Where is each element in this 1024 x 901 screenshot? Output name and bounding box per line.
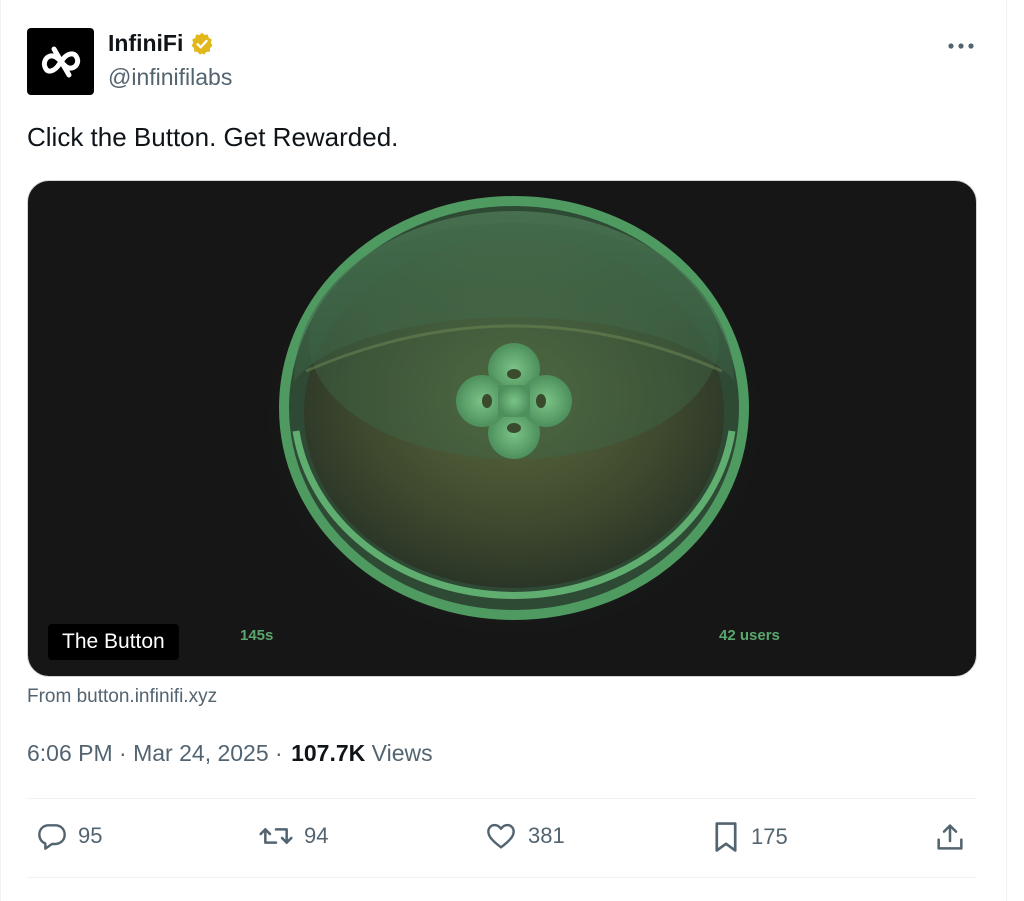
like-count: 381 xyxy=(528,823,565,848)
reply-count: 95 xyxy=(78,823,103,848)
infinifi-logo-icon xyxy=(41,46,80,77)
media-card[interactable]: The Button 145s 42 users xyxy=(27,180,977,677)
author-name[interactable]: InfiniFi xyxy=(108,30,183,57)
share-icon xyxy=(937,824,963,850)
more-horizontal-icon xyxy=(948,43,974,49)
author-handle[interactable]: @infinifilabs xyxy=(108,64,232,91)
repost-count: 94 xyxy=(304,823,329,848)
tweet-date[interactable]: Mar 24, 2025 xyxy=(133,740,269,767)
tweet-text: Click the Button. Get Rewarded. xyxy=(27,122,399,152)
meta-separator-2: · xyxy=(268,740,290,766)
tweet-time[interactable]: 6:06 PM xyxy=(27,740,113,767)
views-count: 107.7K xyxy=(291,740,366,766)
share-button[interactable] xyxy=(934,820,966,854)
author-avatar[interactable] xyxy=(27,28,94,95)
more-options-button[interactable] xyxy=(946,36,976,56)
bookmark-button[interactable]: 175 xyxy=(711,820,788,854)
repost-button[interactable]: 94 xyxy=(258,820,328,852)
author-name-row: InfiniFi xyxy=(108,30,215,57)
meta-separator: · xyxy=(112,740,134,766)
repost-icon xyxy=(259,828,293,844)
timeline-left-border xyxy=(0,0,1,901)
tweet-page: InfiniFi @infinifilabs Click the Button.… xyxy=(0,0,1024,901)
actions-bottom-divider xyxy=(27,877,977,878)
actions-top-divider xyxy=(27,798,977,799)
bookmark-count: 175 xyxy=(751,824,788,849)
like-button[interactable]: 381 xyxy=(484,820,565,852)
reply-icon xyxy=(38,824,66,850)
timer-readout: 145s xyxy=(240,627,274,644)
timeline-right-border xyxy=(1006,0,1007,901)
media-label-badge: The Button xyxy=(48,624,179,660)
views-label: Views xyxy=(365,740,433,766)
heart-icon xyxy=(487,823,515,849)
glowing-button-image xyxy=(254,196,774,646)
bookmark-icon xyxy=(715,822,737,852)
verified-badge-icon xyxy=(191,32,213,55)
tweet-meta: 6:06 PM · Mar 24, 2025 · 107.7K Views xyxy=(27,740,433,767)
reply-button[interactable]: 95 xyxy=(36,820,102,852)
card-source-link[interactable]: From button.infinifi.xyz xyxy=(27,686,217,708)
users-count: 42 users xyxy=(719,627,780,644)
